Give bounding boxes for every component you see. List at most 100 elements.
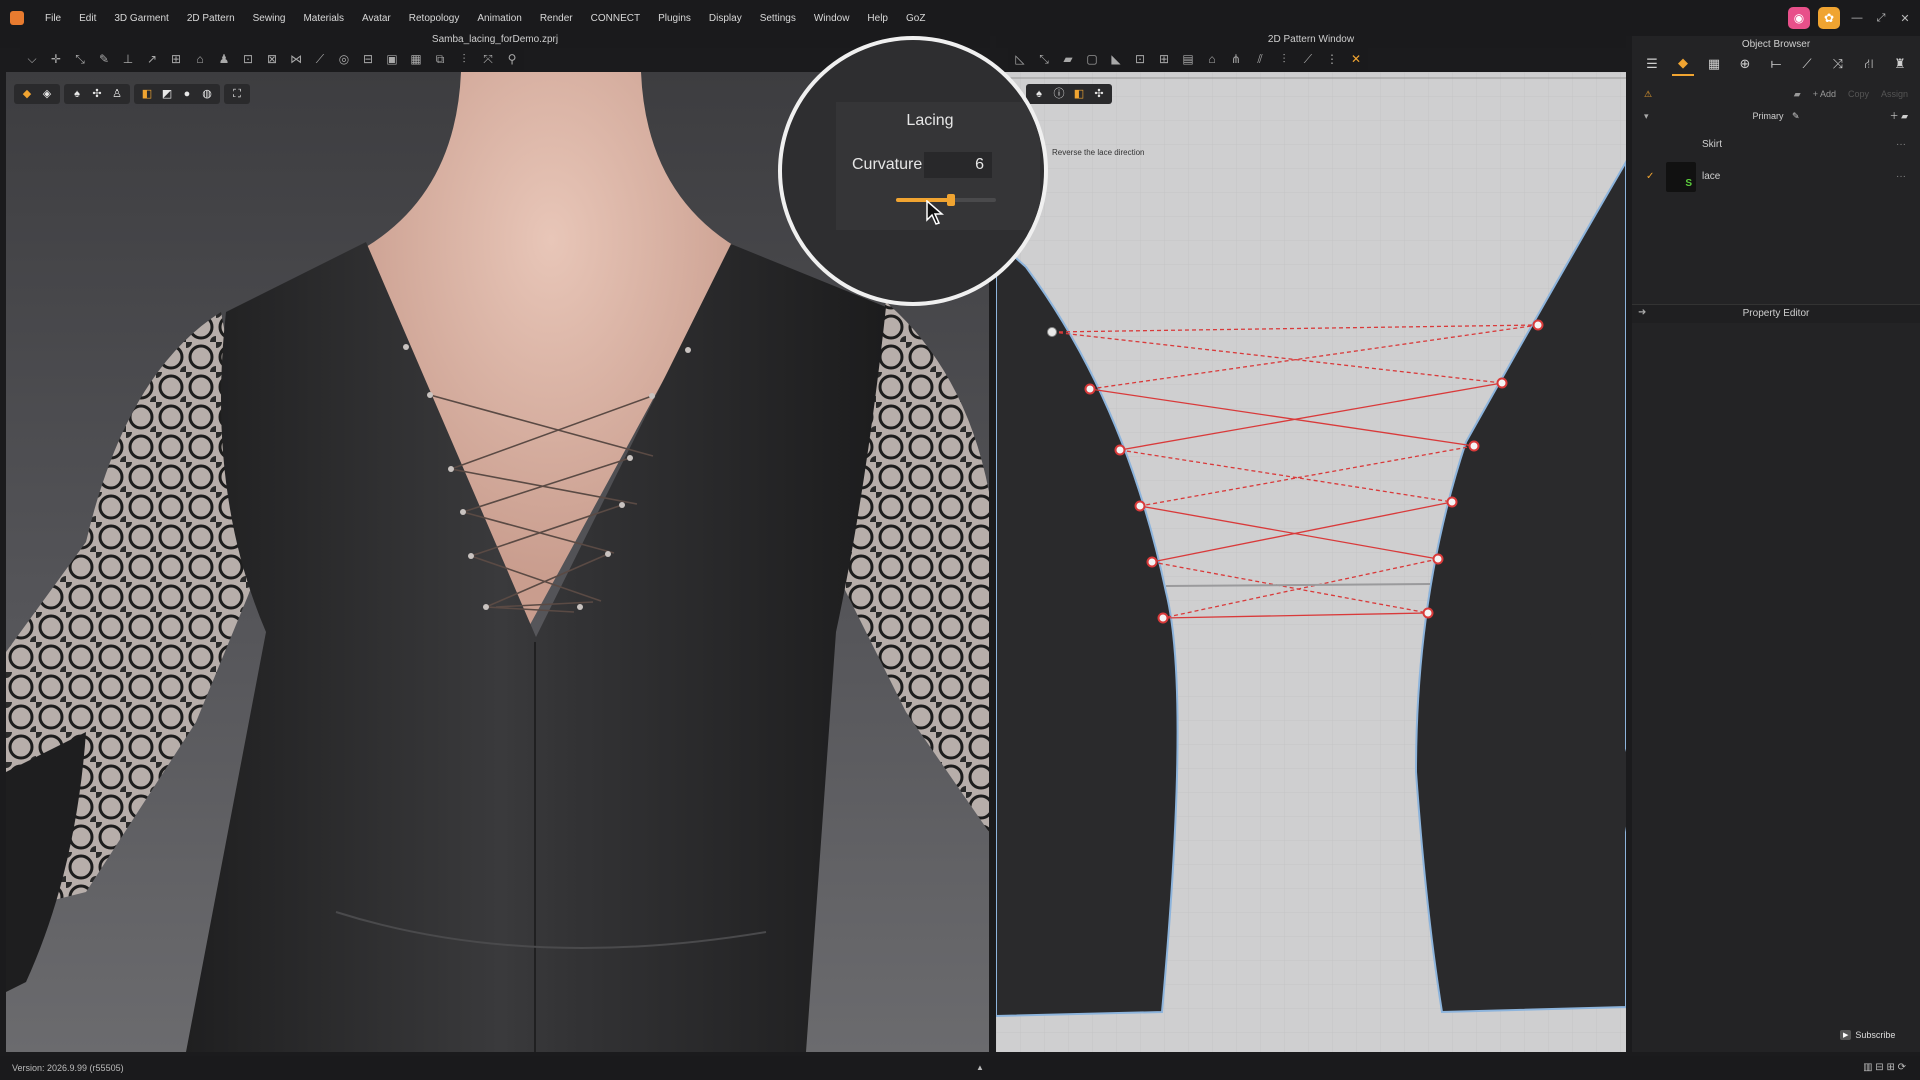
more-icon[interactable]: ··· <box>1896 164 1906 190</box>
shirt-icon[interactable]: ♠ <box>70 87 84 101</box>
button-tab-icon[interactable]: ⊕ <box>1734 53 1756 75</box>
pin-icon[interactable]: ✎ <box>97 52 111 66</box>
menu-help[interactable]: Help <box>858 13 897 24</box>
menu-connect[interactable]: CONNECT <box>582 13 649 24</box>
tack-icon[interactable]: ⌂ <box>193 52 207 66</box>
puckering-tab-icon[interactable]: ⛙ <box>1858 53 1880 75</box>
menu-file[interactable]: File <box>36 13 70 24</box>
minimize-icon[interactable]: — <box>1848 12 1866 24</box>
pattern-fabric-icon[interactable]: ◧ <box>1072 87 1086 101</box>
figure-icon[interactable]: ⚲ <box>505 52 519 66</box>
menu-2d-pattern[interactable]: 2D Pattern <box>178 13 244 24</box>
line2-icon[interactable]: ⫽ <box>1253 52 1267 66</box>
menu-retopology[interactable]: Retopology <box>400 13 469 24</box>
light-icon[interactable]: ● <box>180 87 194 101</box>
measure-icon[interactable]: ↗ <box>145 52 159 66</box>
menu-window[interactable]: Window <box>805 13 859 24</box>
edit-curve-icon[interactable]: ⤡ <box>1037 52 1051 66</box>
fabric-icon[interactable]: ◧ <box>140 87 154 101</box>
seam-icon[interactable]: ⋈ <box>289 52 303 66</box>
curvature-slider[interactable] <box>896 194 996 206</box>
offset-icon[interactable]: ▤ <box>1181 52 1195 66</box>
ruler-icon[interactable]: ⋮ <box>1325 52 1339 66</box>
menu-goz[interactable]: GoZ <box>897 13 934 24</box>
more-icon[interactable]: ··· <box>1896 132 1906 158</box>
trim-tab-icon[interactable]: ♜ <box>1889 53 1911 75</box>
pattern-shirt-icon[interactable]: ♠ <box>1032 87 1046 101</box>
fit-icon[interactable]: ⊟ <box>361 52 375 66</box>
menu-3d-garment[interactable]: 3D Garment <box>105 13 177 24</box>
dart-icon[interactable]: ◣ <box>1109 52 1123 66</box>
transform-icon[interactable]: ⤡ <box>73 52 87 66</box>
garment-display-icon[interactable]: ◆ <box>20 87 34 101</box>
select-icon[interactable]: ⌵ <box>25 52 39 66</box>
button-icon[interactable]: ⧉ <box>433 52 447 66</box>
grid2-icon[interactable]: ⊠ <box>265 52 279 66</box>
marvelous-icon[interactable]: ◉ <box>1788 7 1810 29</box>
topstitch-icon[interactable]: ⫶ <box>457 52 471 66</box>
line-icon[interactable]: ⟋ <box>313 52 327 66</box>
topstitch-tab-icon[interactable]: ⟝ <box>1765 53 1787 75</box>
layout-icons[interactable]: ▥ ⊟ ⊞ ⟳ <box>1863 1056 1906 1080</box>
folder-icon[interactable]: ▰ <box>1794 89 1801 100</box>
layer-icon[interactable]: ▣ <box>385 52 399 66</box>
avatar-icon[interactable]: ♟ <box>217 52 231 66</box>
add-button[interactable]: + Add <box>1813 89 1836 99</box>
info-icon[interactable]: ⓘ <box>1052 87 1066 101</box>
menu-edit[interactable]: Edit <box>70 13 105 24</box>
pattern-arrange-icon[interactable]: ✣ <box>1092 87 1106 101</box>
fold-icon[interactable]: ⊥ <box>121 52 135 66</box>
subscribe-badge[interactable]: ▶ Subscribe <box>1840 1030 1895 1040</box>
fit-view-icon[interactable]: ⛶ <box>230 87 244 101</box>
list-item-skirt[interactable]: Skirt ··· <box>1638 132 1914 158</box>
rect-icon[interactable]: ▢ <box>1085 52 1099 66</box>
segment-icon[interactable]: ⋔ <box>1229 52 1243 66</box>
grid-icon[interactable]: ⊡ <box>241 52 255 66</box>
arrangement-icon[interactable]: ✣ <box>90 87 104 101</box>
list-icon[interactable]: ☰ <box>1641 53 1663 75</box>
clo-icon[interactable]: ✿ <box>1818 7 1840 29</box>
menu-display[interactable]: Display <box>700 13 751 24</box>
curvature-slider-thumb[interactable] <box>947 194 955 206</box>
menu-plugins[interactable]: Plugins <box>649 13 700 24</box>
shading-icon[interactable]: ◩ <box>160 87 174 101</box>
internal-line-icon[interactable]: ⊡ <box>1133 52 1147 66</box>
close-icon[interactable]: ✕ <box>1896 12 1914 25</box>
edit-icon[interactable]: ✎ <box>1792 111 1800 121</box>
zipper-tab-icon[interactable]: ⤨ <box>1827 53 1849 75</box>
avatar-display-icon[interactable]: ♙ <box>110 87 124 101</box>
expand-arrow-icon[interactable]: ▲ <box>976 1056 984 1080</box>
puckering-icon[interactable]: ◎ <box>337 52 351 66</box>
globe-icon[interactable]: ◍ <box>200 87 214 101</box>
menu-sewing[interactable]: Sewing <box>244 13 295 24</box>
list-item-lace[interactable]: ✓ S lace ··· <box>1638 162 1914 192</box>
zip-icon[interactable]: ▦ <box>409 52 423 66</box>
measure2-icon[interactable]: ⟋ <box>1301 52 1315 66</box>
menu-render[interactable]: Render <box>531 13 582 24</box>
stitch-icon[interactable]: ⫶ <box>1277 52 1291 66</box>
assign-button[interactable]: Assign <box>1881 89 1908 99</box>
edit-point-icon[interactable]: ◺ <box>1013 52 1027 66</box>
lacing-tool-icon[interactable]: ✕ <box>1349 52 1363 66</box>
restore-icon[interactable]: ⤢ <box>1872 12 1890 25</box>
sew-icon[interactable]: ⌂ <box>1205 52 1219 66</box>
move-icon[interactable]: ✛ <box>49 52 63 66</box>
texture-tab-icon[interactable]: ▦ <box>1703 53 1725 75</box>
menu-materials[interactable]: Materials <box>294 13 353 24</box>
needle-tab-icon[interactable]: ⟋ <box>1796 53 1818 75</box>
2d-pattern-canvas[interactable] <box>996 72 1626 1052</box>
trace-icon[interactable]: ⊞ <box>1157 52 1171 66</box>
curvature-input[interactable] <box>924 152 992 178</box>
polygon-icon[interactable]: ▰ <box>1061 52 1075 66</box>
copy-button[interactable]: Copy <box>1848 89 1869 99</box>
texture-icon[interactable]: ◈ <box>40 87 54 101</box>
menu-avatar[interactable]: Avatar <box>353 13 400 24</box>
fabric-tab-icon[interactable]: ◆ <box>1672 52 1694 76</box>
check-icon[interactable]: ✓ <box>1646 164 1654 190</box>
group-add-icon[interactable]: ＋ ▰ <box>1890 106 1908 126</box>
group-header[interactable]: ▾ Primary ✎ ＋ ▰ <box>1638 106 1914 126</box>
arrange-icon[interactable]: ⊞ <box>169 52 183 66</box>
menu-animation[interactable]: Animation <box>468 13 530 24</box>
menu-settings[interactable]: Settings <box>751 13 805 24</box>
fold2-icon[interactable]: ⤧ <box>481 52 495 66</box>
